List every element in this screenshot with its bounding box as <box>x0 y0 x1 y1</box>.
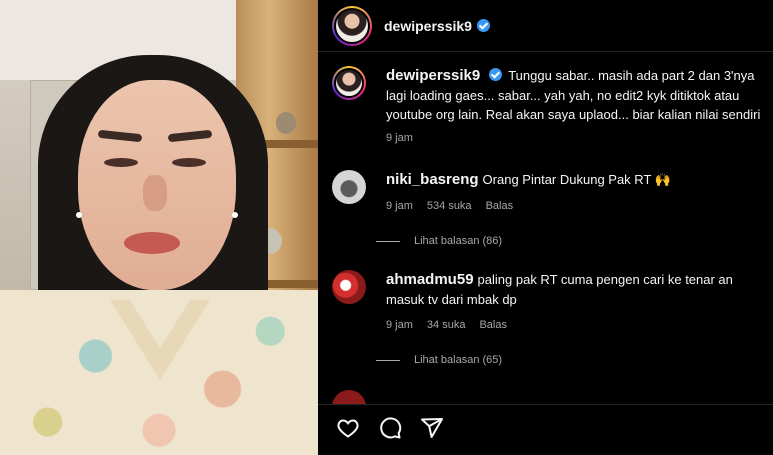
comment-likes[interactable]: 34 suka <box>427 319 466 331</box>
view-replies-label[interactable]: Lihat balasan (65) <box>414 354 502 366</box>
comment-text-line2: masuk tv dari mbak dp <box>386 292 517 307</box>
comment-username[interactable]: niki_basreng <box>386 171 479 188</box>
caption-time: 9 jam <box>386 132 413 144</box>
profile-avatar[interactable] <box>332 5 372 46</box>
video-player[interactable] <box>0 0 318 455</box>
caption-text-line3: youtube org lain. Real akan saya uplaod.… <box>386 107 761 122</box>
caption-text-line2: lagi loading gaes... sabar... yah yah, n… <box>386 88 740 103</box>
comment-likes[interactable]: 534 suka <box>427 200 472 212</box>
caption-avatar[interactable] <box>332 66 366 100</box>
action-bar <box>318 404 773 455</box>
caption-username[interactable]: dewiperssik9 <box>386 67 480 84</box>
person-nose <box>143 175 167 211</box>
reply-button[interactable]: Balas <box>486 200 514 212</box>
comment-avatar[interactable] <box>332 170 366 204</box>
comment-username[interactable]: ahmadmu59 <box>386 271 474 288</box>
view-replies-button[interactable]: Lihat balasan (65) <box>376 354 502 366</box>
comment-text: Orang Pintar Dukung Pak RT 🙌 <box>482 172 671 187</box>
comment-avatar[interactable] <box>332 270 366 304</box>
post-panel: dewiperssik9 dewiperssik9 Tunggu sabar.. … <box>318 0 773 455</box>
caption-text-line1: Tunggu sabar.. masih ada part 2 dan 3'ny… <box>508 68 755 83</box>
comment-time: 9 jam <box>386 200 413 212</box>
comment-text-line1: paling pak RT cuma pengen cari ke tenar … <box>477 272 733 287</box>
comments-section[interactable]: dewiperssik9 Tunggu sabar.. masih ada par… <box>318 52 773 404</box>
verified-badge-icon <box>476 19 490 32</box>
view-replies-button[interactable]: Lihat balasan (86) <box>376 235 502 247</box>
comment-icon[interactable] <box>378 416 402 445</box>
reply-button[interactable]: Balas <box>479 319 507 331</box>
replies-divider <box>376 240 400 242</box>
view-replies-label[interactable]: Lihat balasan (86) <box>414 235 502 247</box>
verified-badge-icon <box>489 68 503 81</box>
comment-time: 9 jam <box>386 319 413 331</box>
replies-divider <box>376 359 400 361</box>
heart-icon[interactable] <box>336 416 360 445</box>
post-header: dewiperssik9 <box>318 0 773 52</box>
share-icon[interactable] <box>420 416 444 445</box>
comment-avatar[interactable] <box>332 390 366 404</box>
person-lips <box>124 232 180 254</box>
post-username[interactable]: dewiperssik9 <box>384 18 472 34</box>
